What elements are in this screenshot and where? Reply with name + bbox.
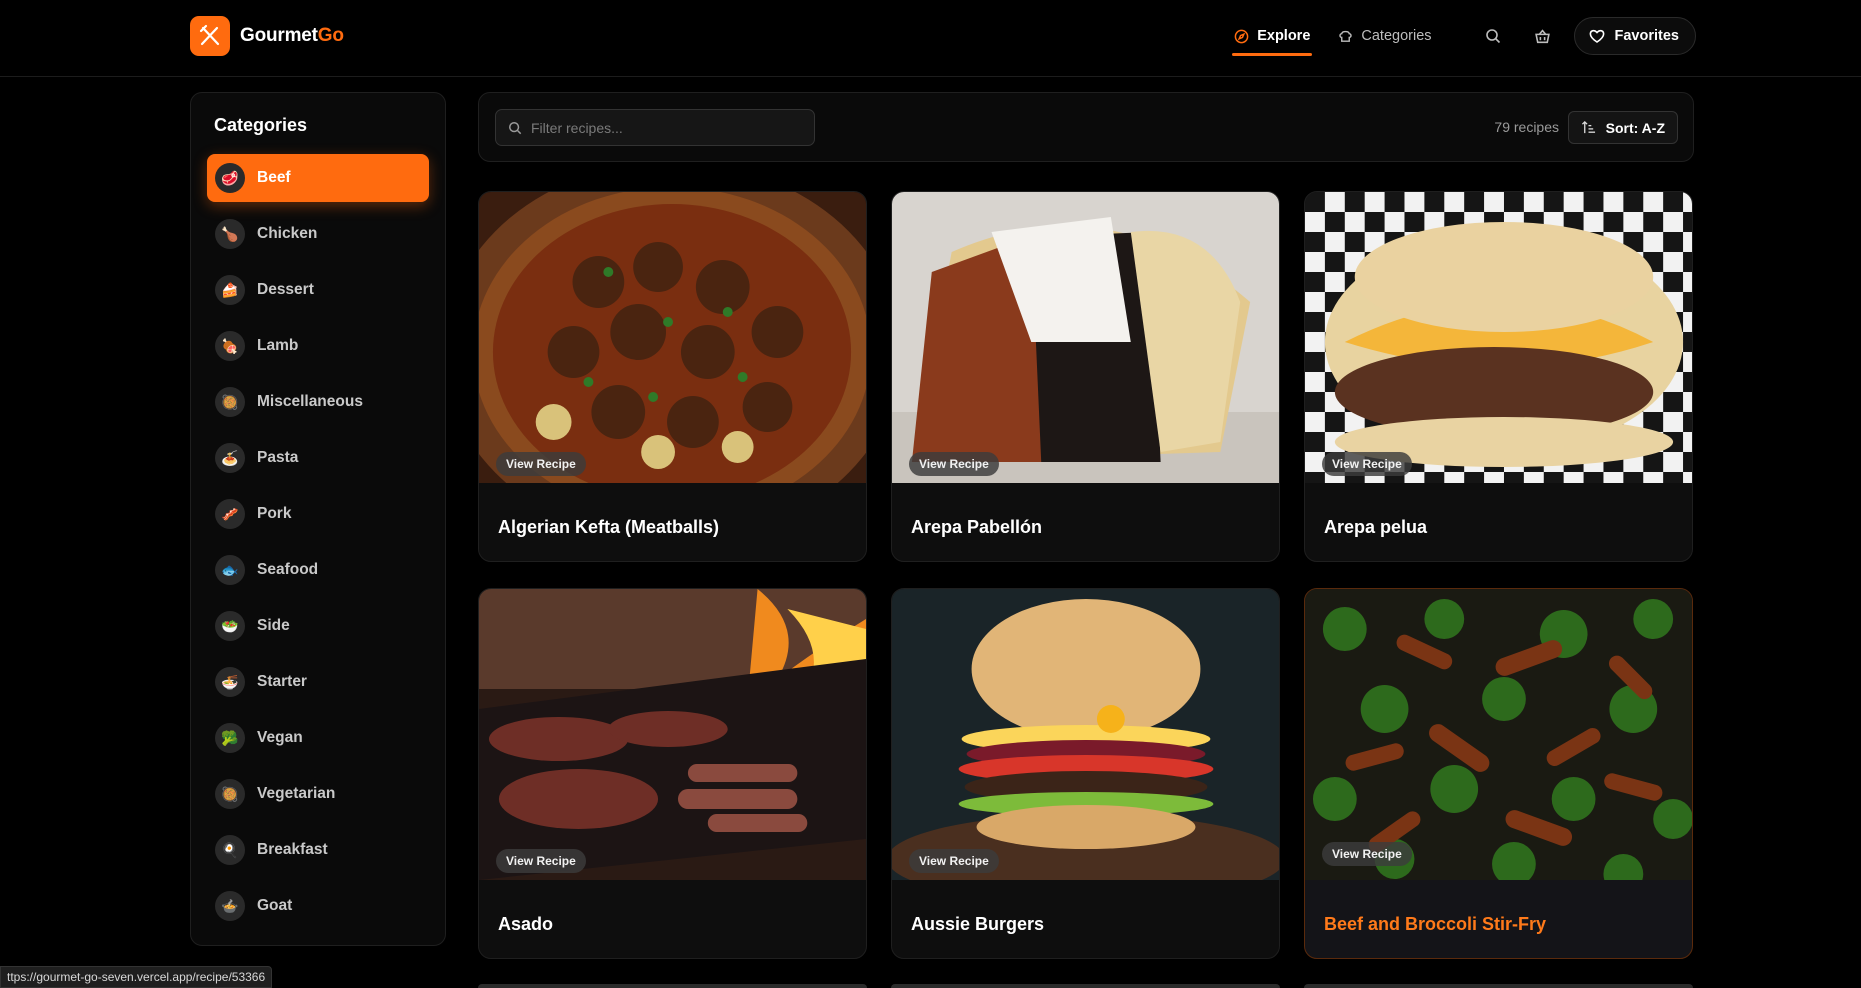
category-label: Goat (257, 897, 293, 914)
recipe-card[interactable]: View Recipe Beef and Broccoli Stir-Fry (1304, 588, 1693, 959)
view-recipe-badge: View Recipe (1322, 452, 1412, 476)
recipe-image: View Recipe (479, 192, 866, 483)
search-icon (1485, 29, 1500, 44)
view-recipe-badge: View Recipe (909, 849, 999, 873)
recipe-image: View Recipe (479, 589, 866, 880)
category-thumbnail: 🍝 (215, 443, 245, 473)
category-label: Pasta (257, 449, 299, 466)
basket-button[interactable] (1524, 17, 1562, 55)
brand-logo-link[interactable]: GourmetGo (190, 16, 344, 56)
recipe-image: View Recipe (892, 192, 1279, 483)
compass-icon (1234, 29, 1249, 43)
recipe-image: View Recipe (1305, 192, 1692, 483)
category-thumbnail: 🥦 (215, 723, 245, 753)
nav-explore-label: Explore (1257, 28, 1311, 44)
category-label: Vegetarian (257, 785, 336, 802)
recipe-card[interactable]: View Recipe Asado (478, 588, 867, 959)
nav-categories-label: Categories (1361, 28, 1432, 44)
basket-icon (1535, 28, 1550, 43)
nav-categories[interactable]: Categories (1336, 17, 1433, 55)
nav-explore[interactable]: Explore (1232, 17, 1313, 56)
category-item-chicken[interactable]: 🍗 Chicken (207, 210, 429, 258)
category-label: Lamb (257, 337, 299, 354)
status-bar-url: ttps://gourmet-go-seven.vercel.app/recip… (0, 966, 273, 988)
category-label: Miscellaneous (257, 393, 363, 410)
category-item-goat[interactable]: 🍲 Goat (207, 882, 429, 930)
category-list: 🥩 Beef 🍗 Chicken 🍰 Dessert 🍖 Lamb 🥘 Miscellan… (207, 154, 429, 938)
view-recipe-badge: View Recipe (909, 452, 999, 476)
recipe-card[interactable]: View Recipe Algerian Kefta (Meatballs) (478, 191, 867, 562)
chef-hat-icon (1339, 30, 1353, 42)
category-item-vegan[interactable]: 🥦 Vegan (207, 714, 429, 762)
utensils-icon (190, 16, 230, 56)
recipe-image: View Recipe (892, 589, 1279, 880)
recipe-title: Beef and Broccoli Stir-Fry (1324, 914, 1547, 934)
recipe-title: Arepa pelua (1324, 517, 1428, 537)
category-thumbnail: 🍖 (215, 331, 245, 361)
sort-button[interactable]: Sort: A-Z (1567, 111, 1678, 144)
next-row-card-peek (1304, 984, 1693, 988)
sort-label: Sort: A-Z (1605, 119, 1665, 136)
category-item-side[interactable]: 🥗 Side (207, 602, 429, 650)
recipe-title: Aussie Burgers (911, 914, 1045, 934)
category-item-miscellaneous[interactable]: 🥘 Miscellaneous (207, 378, 429, 426)
favorites-button[interactable]: Favorites (1573, 17, 1696, 55)
view-recipe-badge: View Recipe (496, 849, 586, 873)
filter-search-box[interactable] (495, 109, 815, 146)
category-item-pasta[interactable]: 🍝 Pasta (207, 434, 429, 482)
category-label: Pork (257, 505, 292, 522)
recipe-title: Arepa Pabellón (911, 517, 1043, 537)
search-icon (509, 121, 522, 134)
category-thumbnail: 🥘 (215, 387, 245, 417)
category-label: Chicken (257, 225, 318, 242)
category-label: Dessert (257, 281, 314, 298)
sort-ascending-icon (1581, 120, 1595, 134)
category-thumbnail: 🍳 (215, 835, 245, 865)
category-thumbnail: 🥗 (215, 611, 245, 641)
recipe-card[interactable]: View Recipe Arepa Pabellón (891, 191, 1280, 562)
category-label: Beef (257, 169, 291, 186)
category-thumbnail: 🥩 (215, 163, 245, 193)
category-thumbnail: 🍲 (215, 891, 245, 921)
category-item-vegetarian[interactable]: 🥘 Vegetarian (207, 770, 429, 818)
category-label: Seafood (257, 561, 319, 578)
brand-name: GourmetGo (240, 25, 344, 46)
filter-recipes-input[interactable] (531, 119, 801, 136)
main-nav: Explore Categories Favorites (1232, 17, 1696, 56)
filter-bar: 79 recipes Sort: A-Z (478, 92, 1694, 162)
category-item-dessert[interactable]: 🍰 Dessert (207, 266, 429, 314)
heart-icon (1589, 29, 1604, 43)
category-thumbnail: 🍗 (215, 219, 245, 249)
category-label: Side (257, 617, 290, 634)
recipe-title: Asado (498, 914, 554, 934)
next-row-card-peek (891, 984, 1280, 988)
category-thumbnail: 🍜 (215, 667, 245, 697)
category-thumbnail: 🐟 (215, 555, 245, 585)
favorites-label: Favorites (1614, 28, 1679, 44)
view-recipe-badge: View Recipe (1322, 842, 1412, 866)
category-item-starter[interactable]: 🍜 Starter (207, 658, 429, 706)
view-recipe-badge: View Recipe (496, 452, 586, 476)
top-header: GourmetGo Explore Categories Favorites (0, 0, 1861, 77)
category-item-breakfast[interactable]: 🍳 Breakfast (207, 826, 429, 874)
category-thumbnail: 🍰 (215, 275, 245, 305)
category-item-lamb[interactable]: 🍖 Lamb (207, 322, 429, 370)
search-button[interactable] (1474, 17, 1512, 55)
category-item-beef[interactable]: 🥩 Beef (207, 154, 429, 202)
recipe-title: Algerian Kefta (Meatballs) (498, 517, 720, 537)
category-label: Starter (257, 673, 307, 690)
category-item-pork[interactable]: 🥓 Pork (207, 490, 429, 538)
category-label: Breakfast (257, 841, 328, 858)
category-thumbnail: 🥓 (215, 499, 245, 529)
recipe-card[interactable]: View Recipe Aussie Burgers (891, 588, 1280, 959)
category-label: Vegan (257, 729, 303, 746)
category-item-seafood[interactable]: 🐟 Seafood (207, 546, 429, 594)
recipe-image: View Recipe (1305, 589, 1692, 880)
recipe-count: 79 recipes (1494, 119, 1559, 135)
sidebar-title: Categories (214, 115, 308, 135)
category-sidebar: Categories 🥩 Beef 🍗 Chicken 🍰 Dessert 🍖 Lamb… (190, 92, 446, 946)
category-thumbnail: 🥘 (215, 779, 245, 809)
recipe-card[interactable]: View Recipe Arepa pelua (1304, 191, 1693, 562)
next-row-card-peek (478, 984, 867, 988)
